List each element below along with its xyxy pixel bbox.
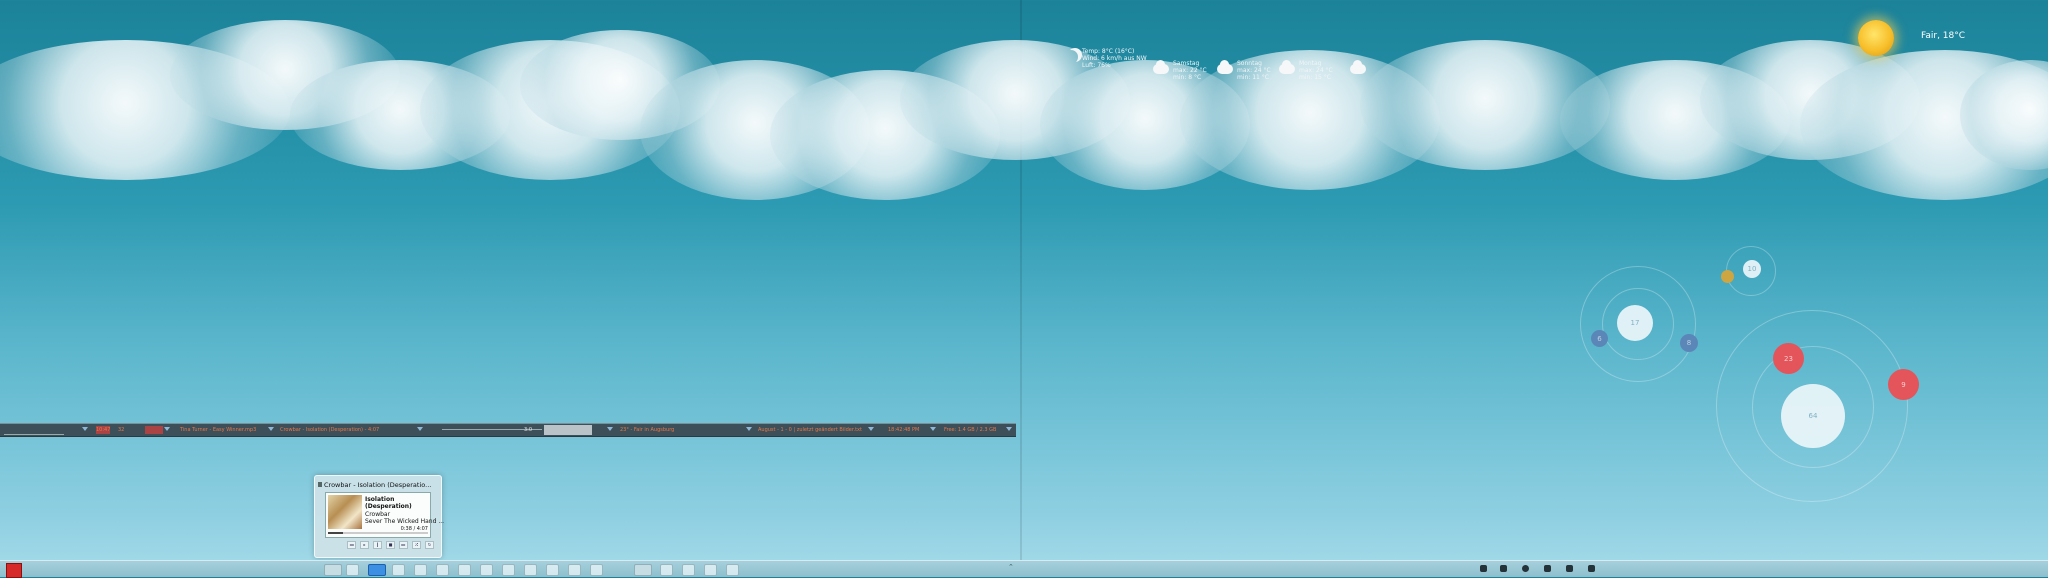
repeat-icon[interactable]: ↻ xyxy=(425,541,434,549)
chevron-down-icon[interactable] xyxy=(607,427,613,431)
next-icon[interactable]: ▸▸ xyxy=(399,541,408,549)
strip-position: 3:0 xyxy=(524,427,533,433)
bubble[interactable]: 9 xyxy=(1888,369,1919,400)
rain-icon xyxy=(1279,60,1295,74)
download-icon[interactable] xyxy=(590,564,603,576)
bubble[interactable] xyxy=(1721,270,1734,283)
track-artist: Crowbar xyxy=(365,511,391,518)
moon-icon xyxy=(1064,50,1078,64)
chevron-up-icon[interactable]: ⌃ xyxy=(1008,563,1014,571)
strip-files: August - 1 - 0 | zuletzt geändert Bilder… xyxy=(758,427,862,433)
usb-icon[interactable] xyxy=(1566,565,1573,572)
player-icon xyxy=(318,482,322,487)
network-icon[interactable] xyxy=(502,564,515,576)
chevron-down-icon[interactable] xyxy=(868,427,874,431)
taskbar: ⌃ xyxy=(0,560,2048,578)
window-icon[interactable] xyxy=(704,564,717,576)
chevron-down-icon[interactable] xyxy=(268,427,274,431)
track-progress-fill xyxy=(328,532,343,534)
strip-progress xyxy=(544,425,592,435)
bubble[interactable]: 23 xyxy=(1773,343,1804,374)
image-icon[interactable] xyxy=(568,564,581,576)
bubble[interactable]: 10 xyxy=(1743,260,1761,278)
weather-humidity: Luft: 76% xyxy=(1082,62,1111,69)
rss-icon[interactable] xyxy=(1500,565,1507,572)
forecast-max: max: 24 °C xyxy=(1299,67,1333,74)
window-icon[interactable] xyxy=(634,564,652,576)
forecast-min: min: 8 °C xyxy=(1173,74,1202,81)
chevron-down-icon[interactable] xyxy=(164,427,170,431)
chat-icon[interactable] xyxy=(480,564,493,576)
pause-icon[interactable]: ‖ xyxy=(373,541,382,549)
terminal-icon[interactable] xyxy=(524,564,537,576)
folder-icon[interactable] xyxy=(346,564,359,576)
forecast-day-4 xyxy=(1350,60,1372,84)
prev-icon[interactable]: ◂◂ xyxy=(347,541,356,549)
bubble[interactable]: 17 xyxy=(1617,305,1653,341)
strip-nowplaying: Crowbar - Isolation (Desperation) - 4:07 xyxy=(280,427,380,433)
strip-weather: 23° - Fair in Augsburg xyxy=(620,427,675,433)
window-icon[interactable] xyxy=(660,564,673,576)
track-title: Isolation xyxy=(365,496,395,503)
sun-icon xyxy=(1858,20,1894,56)
cloud-icon xyxy=(1350,60,1366,74)
strip-time: 18:42:48 PM xyxy=(888,427,920,433)
chevron-down-icon[interactable] xyxy=(82,427,88,431)
network-icon[interactable] xyxy=(1544,565,1551,572)
track-album: Sever The Wicked Hand ... xyxy=(365,518,445,525)
bubble[interactable]: 6 xyxy=(1591,330,1608,347)
chevron-down-icon[interactable] xyxy=(930,427,936,431)
volume-icon[interactable] xyxy=(1588,565,1595,572)
settings-icon[interactable] xyxy=(414,564,427,576)
strip-disk: Free: 1.4 GB / 2.3 GB xyxy=(944,427,997,433)
strip-song: Tina Turner - Easy Winner.mp3 xyxy=(180,427,257,433)
sun-weather-label: Fair, 18°C xyxy=(1921,31,1966,41)
bubble[interactable]: 64 xyxy=(1781,384,1845,448)
forecast-day: Sonntag xyxy=(1237,60,1262,67)
media-player-preview[interactable]: Crowbar - Isolation (Desperatio... Isola… xyxy=(314,475,444,558)
forecast-day: Samstag xyxy=(1173,60,1200,67)
partly-cloudy-icon xyxy=(1153,60,1169,74)
player-controls: ◂◂ ▸ ‖ ■ ▸▸ ⤮ ↻ xyxy=(347,541,434,549)
media-player-icon[interactable] xyxy=(368,564,386,576)
forecast-day-3: Montag max: 24 °C min: 15 °C xyxy=(1279,60,1359,84)
shuffle-icon[interactable]: ⤮ xyxy=(412,541,421,549)
forecast-day: Montag xyxy=(1299,60,1322,67)
window-icon[interactable] xyxy=(726,564,739,576)
track-subtitle: (Desperation) xyxy=(365,503,412,510)
chevron-down-icon[interactable] xyxy=(1006,427,1012,431)
firefox-icon[interactable] xyxy=(324,564,342,576)
weather-temp: Temp: 8°C (16°C) xyxy=(1082,48,1135,55)
strip-segment xyxy=(4,426,64,435)
stop-icon[interactable]: ■ xyxy=(386,541,395,549)
album-art xyxy=(328,495,362,529)
shield-icon[interactable] xyxy=(1480,565,1487,572)
forecast-max: max: 22 °C xyxy=(1173,67,1207,74)
music-icon[interactable] xyxy=(436,564,449,576)
strip-tag xyxy=(145,426,163,434)
play-icon[interactable]: ▸ xyxy=(360,541,369,549)
strip-clock: 10:47 xyxy=(96,426,111,434)
mail-icon[interactable] xyxy=(458,564,471,576)
strip-count: 32 xyxy=(118,427,125,433)
forecast-min: min: 11 °C xyxy=(1237,74,1269,81)
now-playing-card: Isolation (Desperation) Crowbar Sever Th… xyxy=(325,492,444,538)
forecast-min: min: 15 °C xyxy=(1299,74,1331,81)
chevron-down-icon[interactable] xyxy=(746,427,752,431)
forecast-max: max: 24 °C xyxy=(1237,67,1271,74)
partly-cloudy-icon xyxy=(1217,60,1233,74)
info-strip: 10:47 32 Tina Turner - Easy Winner.mp3 C… xyxy=(0,423,1016,437)
calendar-icon[interactable] xyxy=(392,564,405,576)
chevron-down-icon[interactable] xyxy=(417,427,423,431)
globe-icon[interactable] xyxy=(1522,565,1529,572)
track-progress-bar[interactable] xyxy=(328,532,428,534)
document-icon[interactable] xyxy=(546,564,559,576)
bubble[interactable]: 8 xyxy=(1680,334,1698,352)
weather-wind: Wind: 6 km/h aus NW xyxy=(1082,55,1147,62)
preview-title: Crowbar - Isolation (Desperatio... xyxy=(324,481,432,489)
window-icon[interactable] xyxy=(682,564,695,576)
